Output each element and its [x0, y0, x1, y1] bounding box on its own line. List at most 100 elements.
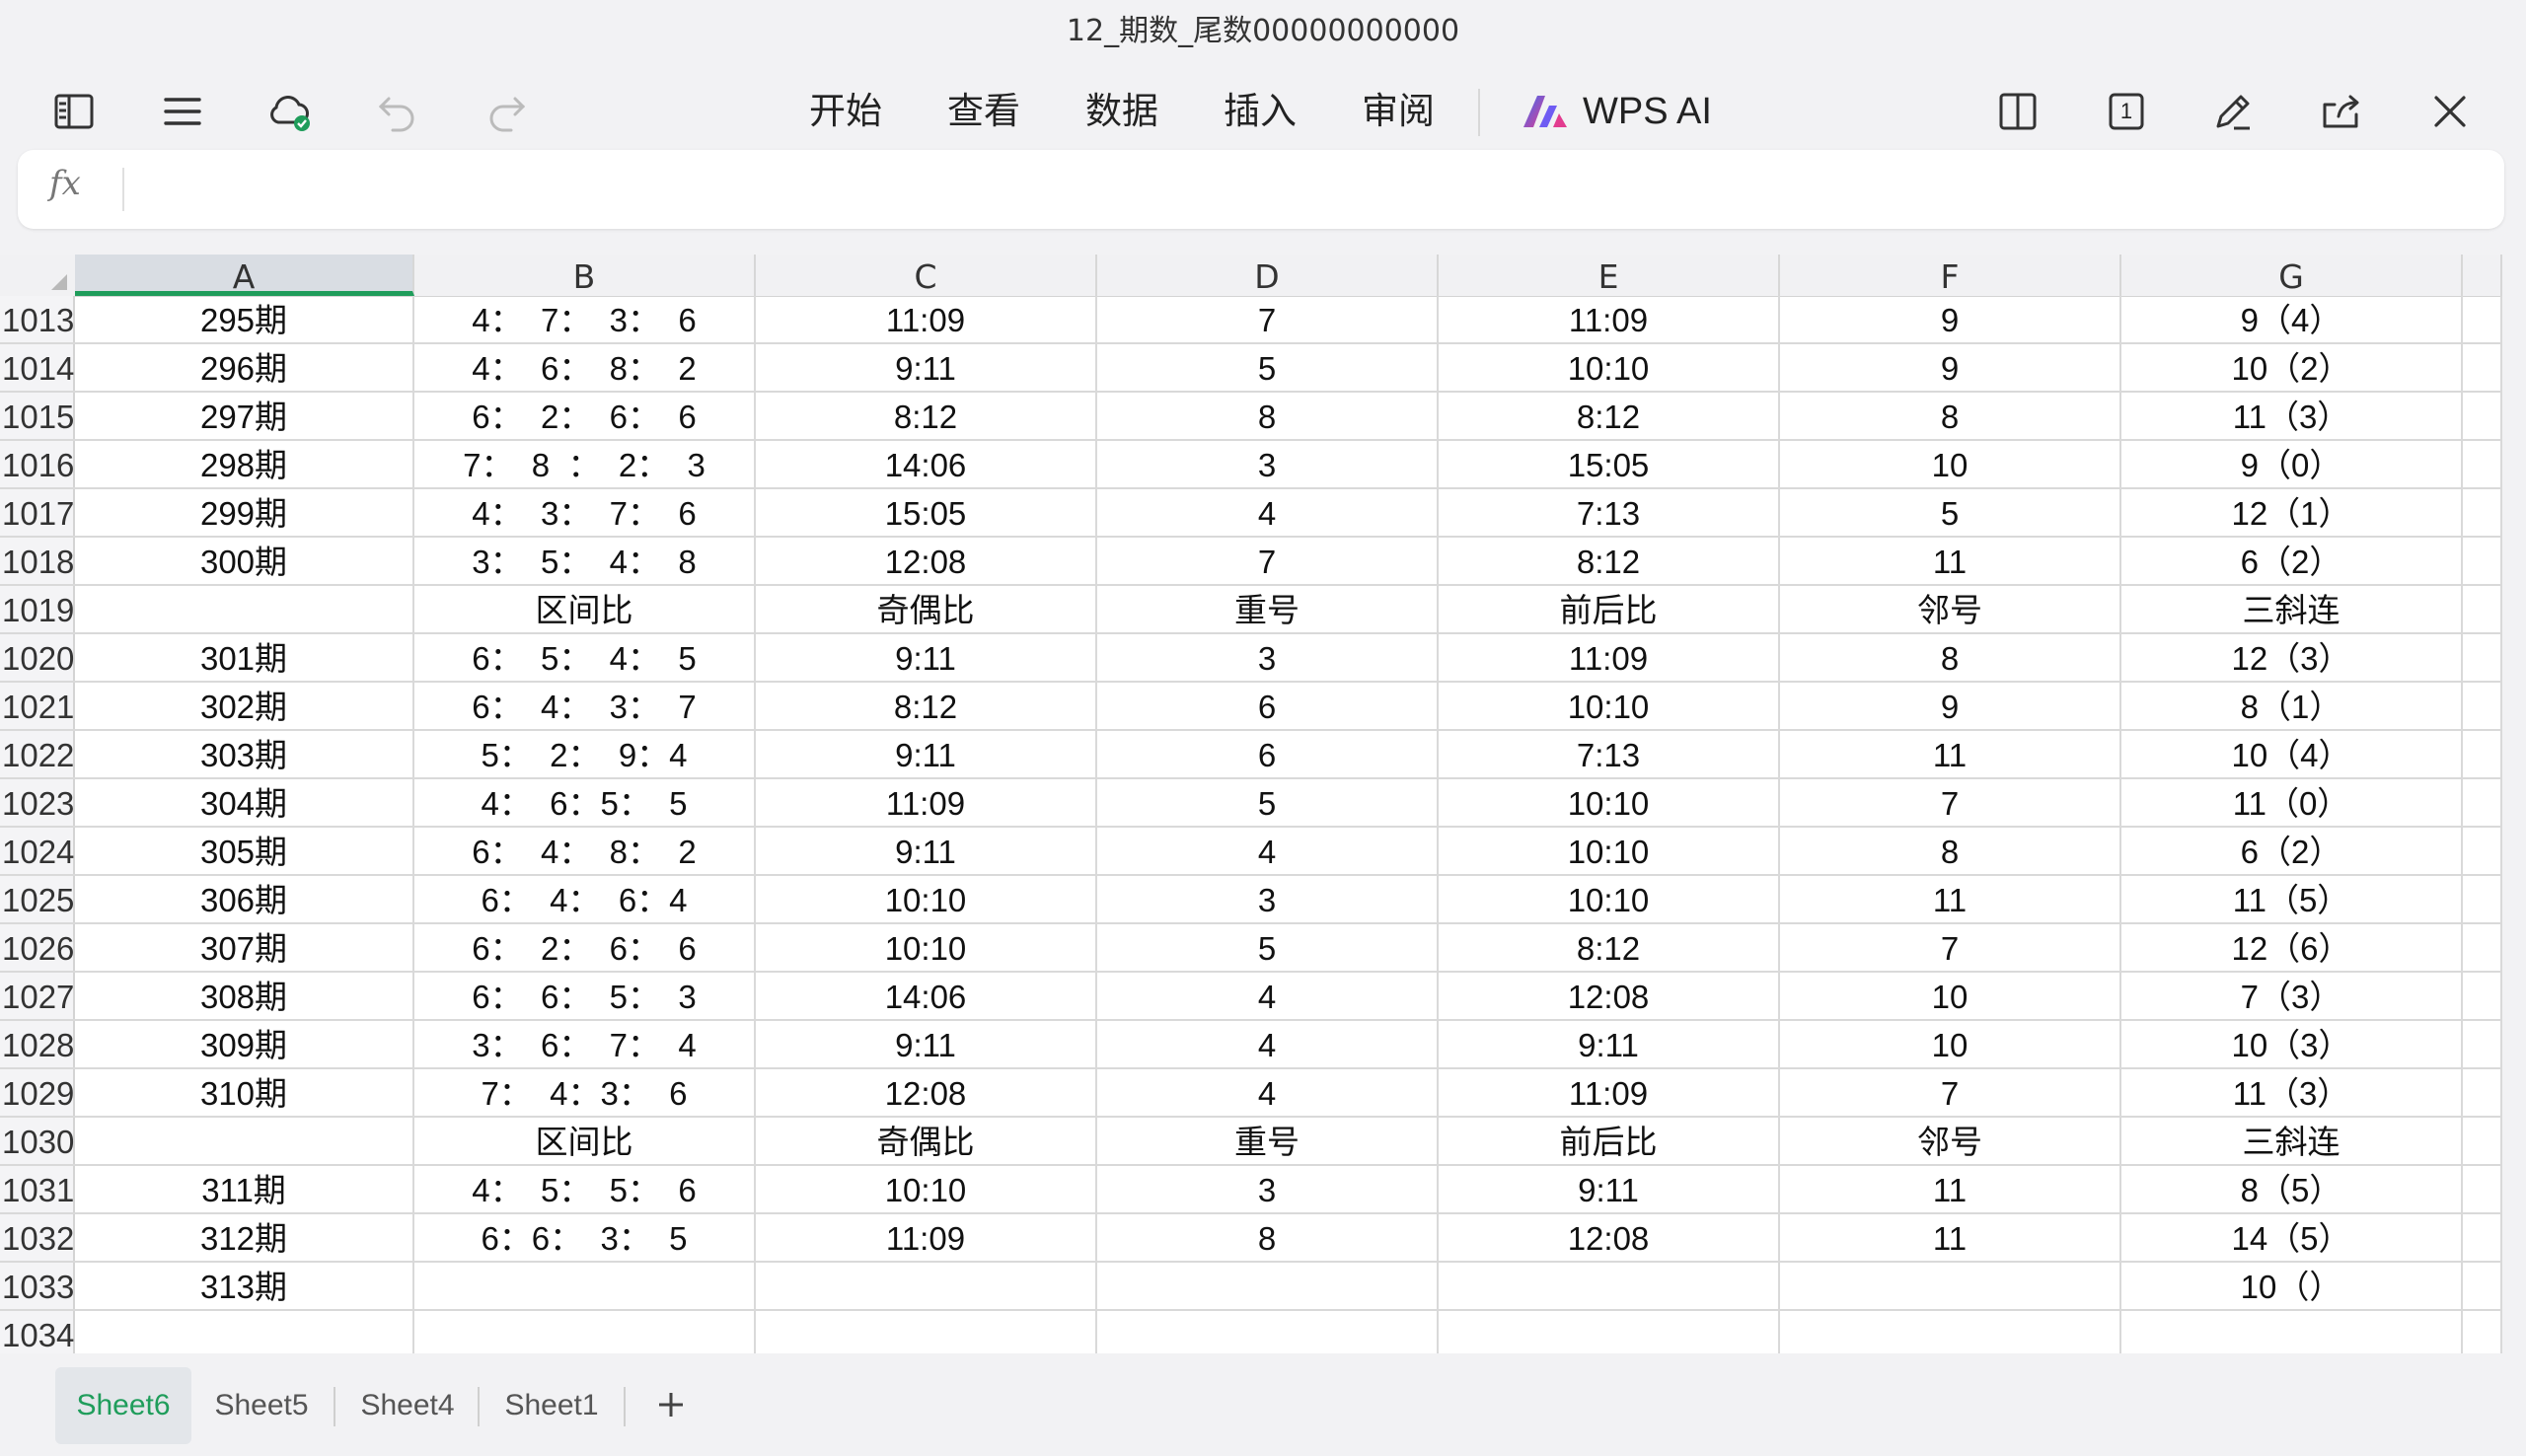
cell[interactable]: 295期 — [75, 296, 414, 342]
cell[interactable]: 297期 — [75, 393, 414, 439]
row-header[interactable]: 1028 — [0, 1021, 75, 1067]
cell[interactable] — [2463, 1118, 2502, 1164]
cell[interactable] — [2463, 779, 2502, 826]
cell[interactable]: 重号 — [1097, 586, 1439, 632]
cell[interactable]: 6：6： 3： 5 — [414, 1214, 756, 1261]
cell[interactable]: 298期 — [75, 441, 414, 487]
cell[interactable]: 9（4） — [2121, 296, 2463, 342]
cloud-saved-icon[interactable] — [259, 81, 320, 142]
cell[interactable]: 8 — [1780, 393, 2121, 439]
row-header[interactable]: 1017 — [0, 489, 75, 536]
row-header[interactable]: 1022 — [0, 731, 75, 777]
cell[interactable] — [2463, 1021, 2502, 1067]
cell[interactable] — [756, 1263, 1097, 1309]
cell[interactable]: 奇偶比 — [756, 586, 1097, 632]
cell[interactable]: 7:13 — [1439, 489, 1780, 536]
row-header[interactable]: 1019 — [0, 586, 75, 632]
column-header-b[interactable]: B — [414, 255, 756, 296]
cell[interactable]: 309期 — [75, 1021, 414, 1067]
cell[interactable] — [2463, 586, 2502, 632]
cell[interactable]: 12:08 — [1439, 1214, 1780, 1261]
cell[interactable] — [1097, 1263, 1439, 1309]
row-header[interactable]: 1015 — [0, 393, 75, 439]
cell[interactable]: 8:12 — [1439, 924, 1780, 971]
cell[interactable] — [1439, 1263, 1780, 1309]
cell[interactable]: 11（5） — [2121, 876, 2463, 922]
cell[interactable] — [2463, 296, 2502, 342]
select-all-corner[interactable] — [0, 255, 75, 296]
sidebar-toggle-icon[interactable] — [43, 81, 105, 142]
cell[interactable] — [1439, 1311, 1780, 1353]
cell[interactable]: 10:10 — [756, 924, 1097, 971]
row-header[interactable]: 1018 — [0, 538, 75, 584]
cell[interactable]: 9:11 — [756, 344, 1097, 391]
add-sheet-button[interactable] — [643, 1367, 699, 1444]
cell[interactable]: 302期 — [75, 683, 414, 729]
cell[interactable] — [75, 1311, 414, 1353]
row-header[interactable]: 1026 — [0, 924, 75, 971]
sheet-tab-sheet4[interactable]: Sheet4 — [345, 1367, 470, 1444]
cell[interactable]: 12（6） — [2121, 924, 2463, 971]
cell[interactable]: 7： 4：3： 6 — [414, 1069, 756, 1116]
cell[interactable]: 4： 5： 5： 6 — [414, 1166, 756, 1212]
cell[interactable]: 4： 6：5： 5 — [414, 779, 756, 826]
cell[interactable]: 10:10 — [1439, 876, 1780, 922]
cell[interactable]: 310期 — [75, 1069, 414, 1116]
cell[interactable]: 区间比 — [414, 586, 756, 632]
cell[interactable]: 3： 6： 7： 4 — [414, 1021, 756, 1067]
cell[interactable] — [2463, 1311, 2502, 1353]
cell[interactable]: 299期 — [75, 489, 414, 536]
redo-icon[interactable] — [476, 81, 537, 142]
cell[interactable]: 6： 4： 6：4 — [414, 876, 756, 922]
cell[interactable]: 6（2） — [2121, 828, 2463, 874]
cell[interactable] — [2463, 1166, 2502, 1212]
cell[interactable]: 4 — [1097, 1069, 1439, 1116]
cell[interactable]: 11:09 — [1439, 1069, 1780, 1116]
formula-input[interactable] — [140, 160, 2492, 221]
cell[interactable]: 7： 8 ： 2： 3 — [414, 441, 756, 487]
row-header[interactable]: 1023 — [0, 779, 75, 826]
row-header[interactable]: 1016 — [0, 441, 75, 487]
cell[interactable]: 9:11 — [756, 634, 1097, 681]
cell[interactable]: 10（4） — [2121, 731, 2463, 777]
cell[interactable]: 11 — [1780, 538, 2121, 584]
undo-icon[interactable] — [367, 81, 428, 142]
cell[interactable]: 9 — [1780, 683, 2121, 729]
cell[interactable]: 3 — [1097, 876, 1439, 922]
cell[interactable]: 10（） — [2121, 1263, 2463, 1309]
row-header[interactable]: 1032 — [0, 1214, 75, 1261]
cell[interactable]: 11 — [1780, 876, 2121, 922]
sheet-tab-sheet6[interactable]: Sheet6 — [55, 1367, 191, 1444]
cell[interactable]: 7 — [1097, 296, 1439, 342]
menu-start[interactable]: 开始 — [809, 85, 882, 138]
cell[interactable]: 8:12 — [756, 393, 1097, 439]
cell[interactable]: 10 — [1780, 441, 2121, 487]
cell[interactable]: 12（3） — [2121, 634, 2463, 681]
cell[interactable] — [1097, 1311, 1439, 1353]
cell[interactable] — [2463, 634, 2502, 681]
cell[interactable]: 7:13 — [1439, 731, 1780, 777]
row-header[interactable]: 1013 — [0, 296, 75, 342]
cell[interactable]: 6： 5： 4： 5 — [414, 634, 756, 681]
cell[interactable]: 9:11 — [756, 1021, 1097, 1067]
cell[interactable]: 8 — [1780, 828, 2121, 874]
cell[interactable]: 9（0） — [2121, 441, 2463, 487]
cell[interactable]: 10:10 — [756, 876, 1097, 922]
cell[interactable]: 5 — [1097, 344, 1439, 391]
cell[interactable]: 11:09 — [756, 296, 1097, 342]
cell[interactable]: 重号 — [1097, 1118, 1439, 1164]
cell[interactable]: 11:09 — [756, 779, 1097, 826]
cell[interactable]: 15:05 — [756, 489, 1097, 536]
cell[interactable] — [2463, 731, 2502, 777]
cell[interactable] — [414, 1263, 756, 1309]
cell[interactable]: 10（2） — [2121, 344, 2463, 391]
cell[interactable]: 7 — [1097, 538, 1439, 584]
cell[interactable]: 5 — [1097, 924, 1439, 971]
cell[interactable]: 11:09 — [1439, 634, 1780, 681]
cell[interactable]: 10（3） — [2121, 1021, 2463, 1067]
cell[interactable]: 4 — [1097, 489, 1439, 536]
cell[interactable]: 4： 6： 8： 2 — [414, 344, 756, 391]
cell[interactable]: 9:11 — [1439, 1021, 1780, 1067]
cell[interactable]: 6 — [1097, 731, 1439, 777]
cell[interactable]: 9:11 — [756, 731, 1097, 777]
